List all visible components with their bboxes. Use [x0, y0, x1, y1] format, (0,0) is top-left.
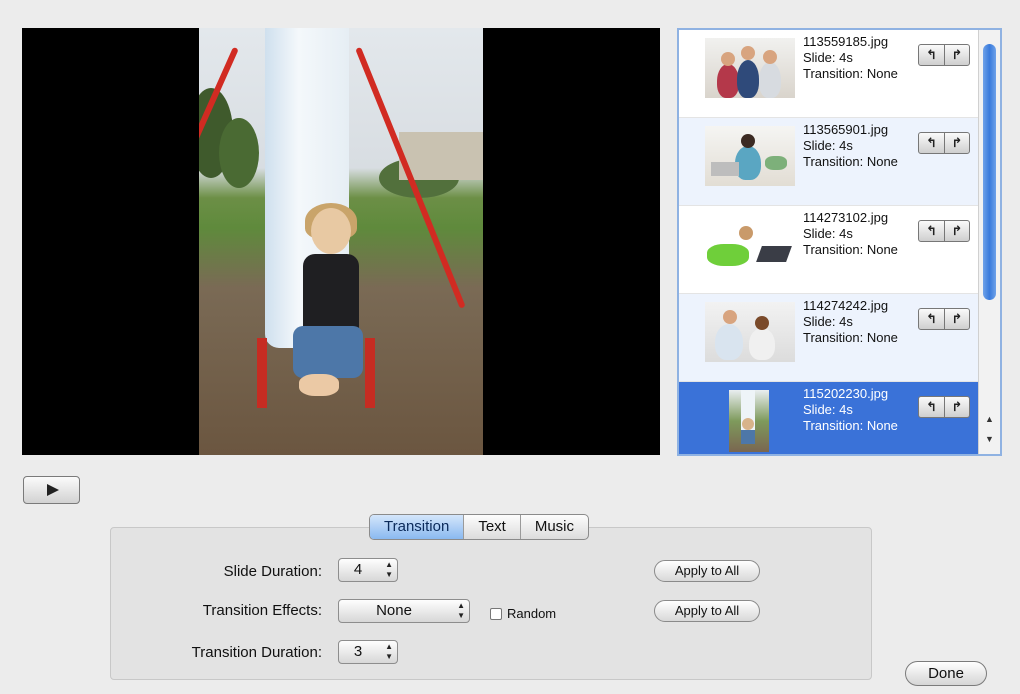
slide-row-2[interactable]: 113565901.jpg Slide: 4s Transition: None…	[679, 118, 978, 206]
slide-row-4[interactable]: 114274242.jpg Slide: 4s Transition: None…	[679, 294, 978, 382]
random-label: Random	[507, 606, 557, 621]
transition-effects-label: Transition Effects:	[202, 602, 322, 619]
slide-duration-label: Slide Duration:	[223, 563, 322, 580]
slide-thumbnail-4	[705, 302, 795, 362]
move-buttons-5: ↰ ↱	[918, 396, 970, 418]
move-up-arrow-icon[interactable]: ↰	[919, 309, 944, 329]
slide-filename: 114273102.jpg	[803, 210, 889, 225]
slide-list[interactable]: 113559185.jpg Slide: 4s Transition: None…	[677, 28, 1002, 456]
slide-thumbnail-5	[729, 390, 769, 452]
slide-meta-4: 114274242.jpg Slide: 4s Transition: None	[803, 298, 898, 346]
transition-duration-value: 3	[353, 643, 363, 660]
slide-filename: 113565901.jpg	[803, 122, 889, 137]
move-down-arrow-icon[interactable]: ↱	[943, 221, 969, 241]
move-buttons-1: ↰ ↱	[918, 44, 970, 66]
move-down-arrow-icon[interactable]: ↱	[943, 133, 969, 153]
slide-duration: Slide: 4s	[803, 50, 853, 65]
slide-duration: Slide: 4s	[803, 226, 853, 241]
slide-duration: Slide: 4s	[803, 402, 853, 417]
select-arrows-icon: ▲ ▼	[385, 560, 393, 579]
move-up-arrow-icon[interactable]: ↰	[919, 221, 944, 241]
select-arrows-icon: ▲ ▼	[385, 642, 393, 661]
play-button[interactable]	[23, 476, 80, 504]
tab-music[interactable]: Music	[519, 515, 588, 539]
slide-row-1[interactable]: 113559185.jpg Slide: 4s Transition: None…	[679, 30, 978, 118]
move-up-arrow-icon[interactable]: ↰	[919, 397, 944, 417]
tab-text[interactable]: Text	[463, 515, 520, 539]
slide-row-3[interactable]: 114273102.jpg Slide: 4s Transition: None…	[679, 206, 978, 294]
slide-thumbnail-1	[705, 38, 795, 98]
transition-effects-value: None	[376, 602, 412, 619]
scroll-down-arrow-icon[interactable]: ▼	[983, 432, 996, 446]
slide-meta-1: 113559185.jpg Slide: 4s Transition: None	[803, 34, 898, 82]
slide-transition: Transition: None	[803, 330, 898, 345]
move-down-arrow-icon[interactable]: ↱	[943, 45, 969, 65]
slide-row-5[interactable]: 115202230.jpg Slide: 4s Transition: None…	[679, 382, 978, 454]
settings-tabs: Transition Text Music	[369, 514, 589, 540]
slide-transition: Transition: None	[803, 66, 898, 81]
scroll-up-arrow-icon[interactable]: ▲	[983, 412, 996, 426]
slide-thumbnail-2	[705, 126, 795, 186]
slide-filename: 114274242.jpg	[803, 298, 889, 313]
slide-filename: 113559185.jpg	[803, 34, 889, 49]
scrollbar-thumb[interactable]	[983, 44, 996, 300]
tab-transition[interactable]: Transition	[370, 515, 464, 539]
play-icon	[47, 484, 59, 496]
move-down-arrow-icon[interactable]: ↱	[943, 309, 969, 329]
slide-list-scrollbar[interactable]: ▲ ▼	[978, 30, 1000, 454]
slide-filename: 115202230.jpg	[803, 386, 889, 401]
apply-slide-duration-to-all-button[interactable]: Apply to All	[654, 560, 760, 582]
done-button[interactable]: Done	[905, 661, 987, 686]
slide-transition: Transition: None	[803, 418, 898, 433]
move-buttons-2: ↰ ↱	[918, 132, 970, 154]
slide-duration-value: 4	[353, 561, 363, 578]
slide-meta-2: 113565901.jpg Slide: 4s Transition: None	[803, 122, 898, 170]
slide-duration: Slide: 4s	[803, 314, 853, 329]
slide-thumbnail-3	[705, 214, 795, 274]
transition-duration-select[interactable]: 3 ▲ ▼	[338, 640, 398, 664]
move-up-arrow-icon[interactable]: ↰	[919, 45, 944, 65]
random-checkbox[interactable]	[490, 608, 502, 620]
slide-duration-select[interactable]: 4 ▲ ▼	[338, 558, 398, 582]
slide-duration: Slide: 4s	[803, 138, 853, 153]
slide-transition: Transition: None	[803, 154, 898, 169]
move-down-arrow-icon[interactable]: ↱	[943, 397, 969, 417]
slide-meta-3: 114273102.jpg Slide: 4s Transition: None	[803, 210, 898, 258]
preview-photo-child-on-slide	[199, 28, 483, 455]
move-up-arrow-icon[interactable]: ↰	[919, 133, 944, 153]
transition-duration-label: Transition Duration:	[191, 644, 322, 661]
slide-preview	[22, 28, 660, 455]
apply-transition-effects-to-all-button[interactable]: Apply to All	[654, 600, 760, 622]
select-arrows-icon: ▲ ▼	[457, 601, 465, 620]
move-buttons-3: ↰ ↱	[918, 220, 970, 242]
slide-meta-5: 115202230.jpg Slide: 4s Transition: None	[803, 386, 898, 434]
move-buttons-4: ↰ ↱	[918, 308, 970, 330]
transition-effects-select[interactable]: None ▲ ▼	[338, 599, 470, 623]
slide-transition: Transition: None	[803, 242, 898, 257]
